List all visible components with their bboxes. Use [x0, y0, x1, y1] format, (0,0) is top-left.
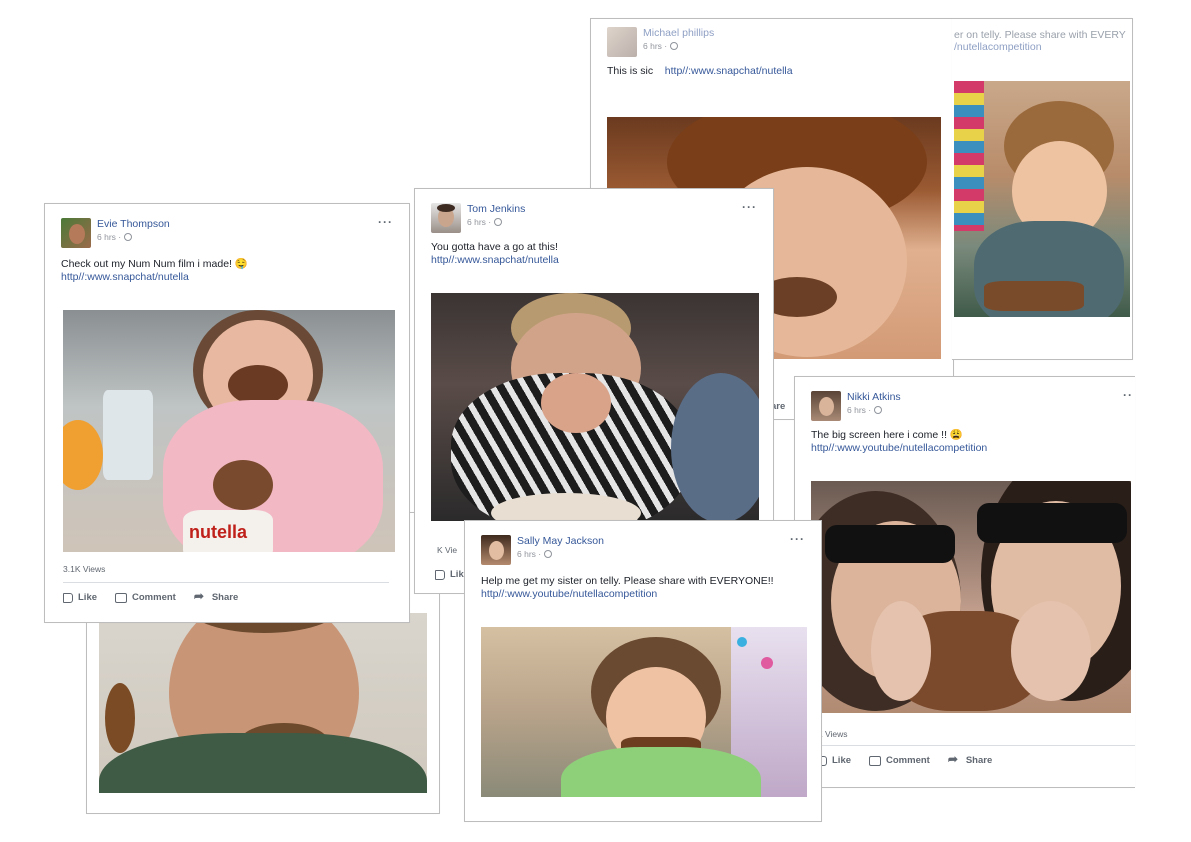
post-photo[interactable] [99, 613, 427, 793]
avatar[interactable] [607, 27, 637, 57]
share-arrow-icon [948, 752, 961, 766]
post-header: Sally May Jackson 6 hrs · [481, 535, 604, 565]
globe-icon [494, 218, 503, 226]
comment-icon [869, 755, 882, 766]
post-text: Check out my Num Num film i made! 🤤 http… [61, 258, 248, 284]
post-header: Evie Thompson 6 hrs · [61, 218, 170, 248]
comment-button[interactable]: Comment [869, 755, 930, 766]
action-bar: Like Comment Share [63, 589, 238, 603]
post-link[interactable]: http//:www.snapchat/nutella [61, 271, 248, 284]
avatar[interactable] [811, 391, 841, 421]
globe-icon [670, 42, 679, 50]
post-link[interactable]: http//:www.snapchat/nutella [665, 65, 793, 77]
avatar[interactable] [61, 218, 91, 248]
post-header: Tom Jenkins 6 hrs · [431, 203, 525, 233]
post-text: This is sic http//:www.snapchat/nutella [607, 65, 793, 77]
post-link[interactable]: http//:www.snapchat/nutella [431, 254, 559, 267]
author-name[interactable]: Evie Thompson [97, 218, 170, 231]
author-name[interactable]: Tom Jenkins [467, 203, 525, 216]
timestamp: 6 hrs · [517, 548, 604, 560]
more-options-icon[interactable]: ··· [790, 533, 805, 545]
views-count: 3.1K Views [63, 564, 106, 574]
avatar[interactable] [431, 203, 461, 233]
more-options-icon[interactable]: ··· [378, 216, 393, 228]
comment-button[interactable]: Comment [115, 592, 176, 603]
post-photo[interactable] [431, 293, 759, 521]
timestamp: 6 hrs · [97, 231, 170, 243]
globe-icon [544, 550, 553, 558]
post-text: The big screen here i come !! 😩 http//:w… [811, 429, 988, 455]
timestamp: 6 hrs · [643, 40, 714, 52]
share-button[interactable]: Share [948, 752, 992, 766]
post-link[interactable]: http//:www.youtube/nutellacompetition [811, 442, 987, 455]
thumbs-up-icon [63, 592, 73, 603]
sunglasses-art [977, 503, 1127, 543]
sunglasses-art [825, 525, 955, 563]
jar-label-art: nutella [189, 522, 248, 542]
post-card-sally: Sally May Jackson 6 hrs · ··· Help me ge… [464, 520, 822, 822]
post-header: Michael phillips 6 hrs · [607, 27, 714, 57]
timestamp: 6 hrs · [467, 216, 525, 228]
post-card-evie: Evie Thompson 6 hrs · ··· Check out my N… [44, 203, 410, 623]
share-button[interactable]: Share [194, 589, 238, 603]
author-name[interactable]: Michael phillips [643, 27, 714, 40]
action-bar: Like Comment Share [817, 752, 992, 766]
post-card-back-right: er on telly. Please share with EVERY /nu… [952, 18, 1133, 360]
timestamp: 6 hrs · [847, 404, 901, 416]
author-name[interactable]: Sally May Jackson [517, 535, 604, 548]
more-options-icon[interactable]: ·· [1123, 389, 1133, 401]
avatar[interactable] [481, 535, 511, 565]
like-button[interactable]: Like [63, 592, 97, 603]
share-arrow-icon [194, 589, 207, 603]
post-link[interactable]: http//:www.youtube/nutellacompetition [481, 588, 774, 601]
post-text: You gotta have a go at this! http//:www.… [431, 241, 559, 267]
post-link-fragment[interactable]: /nutellacompetition [954, 41, 1042, 54]
post-text: Help me get my sister on telly. Please s… [481, 575, 774, 601]
post-photo[interactable]: nutella [63, 310, 395, 552]
post-photo[interactable] [954, 81, 1130, 317]
post-card-nikki: Nikki Atkins 6 hrs · ·· The big screen h… [794, 376, 1135, 788]
thumbs-up-icon [435, 569, 445, 580]
divider [811, 745, 1135, 746]
author-name[interactable]: Nikki Atkins [847, 391, 901, 404]
views-fragment: K Vie [437, 545, 458, 555]
globe-icon [874, 406, 883, 414]
comment-icon [115, 592, 128, 603]
post-photo[interactable] [481, 627, 807, 797]
globe-icon [124, 233, 133, 241]
divider [63, 582, 389, 583]
post-header: Nikki Atkins 6 hrs · [811, 391, 901, 421]
more-options-icon[interactable]: ··· [742, 201, 757, 213]
post-photo[interactable] [811, 481, 1131, 713]
like-button[interactable]: Like [817, 755, 851, 766]
